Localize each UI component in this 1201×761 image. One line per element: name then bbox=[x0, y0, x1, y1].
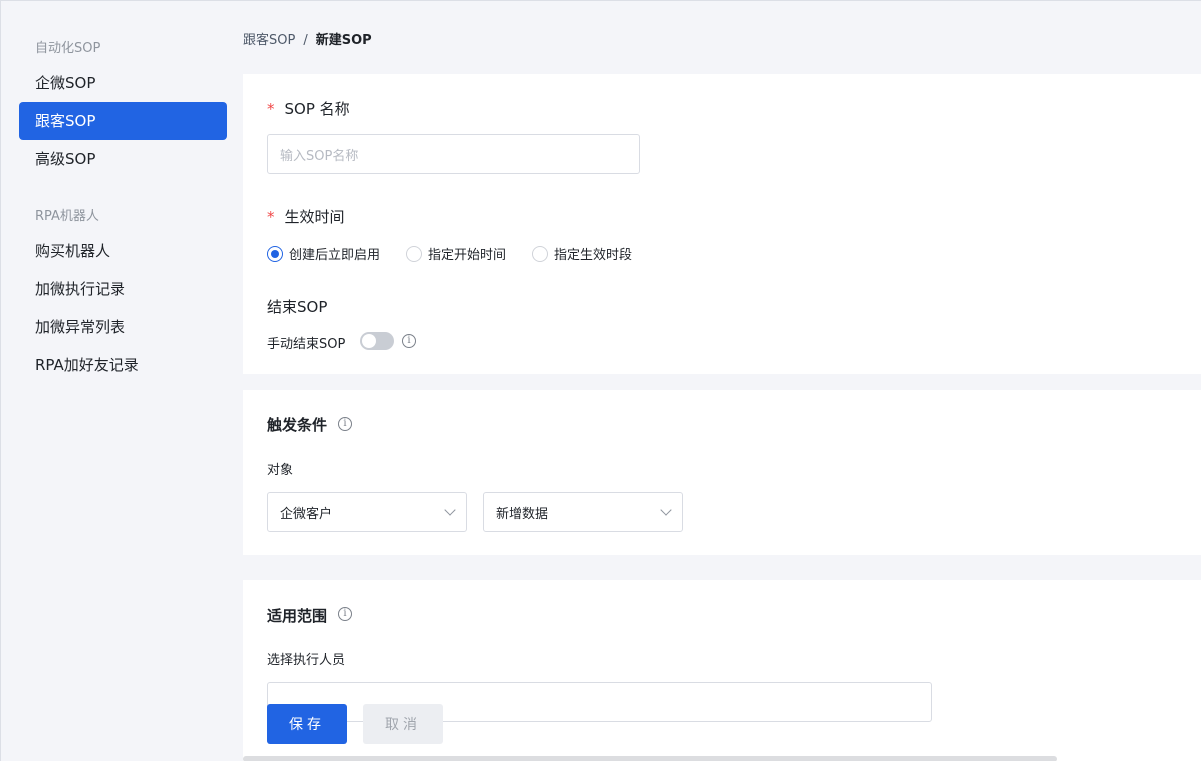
info-circle-icon[interactable]: i bbox=[402, 334, 416, 348]
sidebar-group-rpa: RPA机器人 bbox=[35, 209, 99, 224]
radio-start-time-label: 指定开始时间 bbox=[428, 248, 507, 263]
sidebar-item-buy-robot[interactable]: 购买机器人 bbox=[19, 232, 227, 270]
radio-unchecked-icon bbox=[406, 245, 423, 262]
horizontal-scrollbar[interactable] bbox=[243, 756, 1057, 761]
required-mark: * bbox=[267, 208, 275, 226]
breadcrumb: 跟客SOP / 新建SOP bbox=[243, 29, 372, 48]
radio-time-range[interactable]: 指定生效时段 bbox=[532, 244, 632, 263]
sidebar-item-rpa-friend-records[interactable]: RPA加好友记录 bbox=[19, 346, 227, 384]
chevron-down-icon bbox=[444, 504, 456, 516]
event-select-value: 新增数据 bbox=[496, 506, 549, 522]
breadcrumb-current: 新建SOP bbox=[315, 33, 372, 48]
effective-time-label-text: 生效时间 bbox=[284, 208, 345, 226]
trigger-title: 触发条件 bbox=[267, 416, 328, 434]
object-label: 对象 bbox=[267, 463, 294, 478]
cancel-button[interactable]: 取消 bbox=[363, 704, 443, 744]
radio-immediate[interactable]: 创建后立即启用 bbox=[267, 244, 380, 263]
sidebar-item-add-errors[interactable]: 加微异常列表 bbox=[19, 308, 227, 346]
save-button[interactable]: 保存 bbox=[267, 704, 347, 744]
sidebar: 自动化SOP 企微SOP 跟客SOP 高级SOP RPA机器人 购买机器人 加微… bbox=[1, 1, 235, 761]
sop-name-label-text: SOP 名称 bbox=[284, 100, 350, 118]
sop-name-placeholder: 输入SOP名称 bbox=[280, 148, 359, 164]
info-circle-icon[interactable]: i bbox=[338, 417, 352, 431]
chevron-down-icon bbox=[660, 504, 672, 516]
radio-checked-icon bbox=[267, 245, 283, 262]
manual-end-label: 手动结束SOP bbox=[267, 337, 346, 352]
breadcrumb-separator: / bbox=[303, 33, 308, 48]
info-circle-icon[interactable]: i bbox=[338, 607, 352, 621]
breadcrumb-parent[interactable]: 跟客SOP bbox=[243, 33, 295, 48]
object-select-value: 企微客户 bbox=[280, 506, 333, 522]
sidebar-item-wecom-sop[interactable]: 企微SOP bbox=[19, 64, 227, 102]
sidebar-item-follow-sop[interactable]: 跟客SOP bbox=[19, 102, 227, 140]
end-sop-label: 结束SOP bbox=[267, 298, 328, 316]
object-select[interactable]: 企微客户 bbox=[267, 492, 467, 532]
radio-time-range-label: 指定生效时段 bbox=[554, 248, 633, 263]
sidebar-group-automation: 自动化SOP bbox=[35, 41, 101, 56]
radio-unchecked-icon bbox=[532, 245, 549, 262]
sidebar-item-add-records[interactable]: 加微执行记录 bbox=[19, 270, 227, 308]
effective-time-label: * 生效时间 bbox=[267, 206, 345, 227]
manual-end-toggle[interactable] bbox=[360, 332, 394, 350]
sop-name-label: * SOP 名称 bbox=[267, 98, 350, 119]
event-select[interactable]: 新增数据 bbox=[483, 492, 683, 532]
radio-immediate-label: 创建后立即启用 bbox=[289, 248, 381, 263]
executor-label: 选择执行人员 bbox=[267, 653, 346, 668]
sidebar-item-advanced-sop[interactable]: 高级SOP bbox=[19, 140, 227, 178]
scope-title: 适用范围 bbox=[267, 607, 328, 625]
sop-name-input[interactable]: 输入SOP名称 bbox=[267, 134, 640, 174]
radio-start-time[interactable]: 指定开始时间 bbox=[406, 244, 506, 263]
basic-info-card bbox=[243, 74, 1201, 374]
effective-time-radio-group: 创建后立即启用 指定开始时间 指定生效时段 bbox=[267, 244, 658, 263]
required-mark: * bbox=[267, 100, 275, 118]
